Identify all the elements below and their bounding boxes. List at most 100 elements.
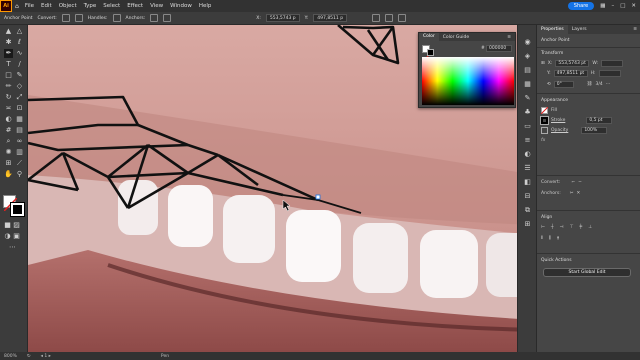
- share-button[interactable]: Share: [567, 2, 595, 10]
- align-panel-icon[interactable]: ⊟: [522, 191, 533, 201]
- transform-panel-icon[interactable]: ⊞: [522, 219, 533, 229]
- distribute-left-icon[interactable]: ⫴: [541, 235, 543, 241]
- transform-icon[interactable]: [385, 14, 394, 22]
- panel-menu-icon[interactable]: ≡: [503, 35, 515, 40]
- tab-properties[interactable]: Properties: [537, 25, 568, 34]
- slice-tool-icon[interactable]: ⟋: [15, 159, 24, 168]
- artboard-nav-icon[interactable]: ◂ 1 ▸: [41, 354, 51, 359]
- menu-help[interactable]: Help: [199, 3, 212, 9]
- fill-swatch-small[interactable]: [541, 107, 548, 114]
- stroke-swatch[interactable]: [10, 202, 25, 217]
- hand-tool-icon[interactable]: ✋: [4, 170, 13, 179]
- h-field[interactable]: [598, 70, 621, 77]
- swatches-panel-icon[interactable]: ▦: [522, 79, 533, 89]
- color-spectrum[interactable]: [422, 57, 514, 105]
- align-center-icon[interactable]: ┼: [551, 225, 554, 230]
- gradient-panel-icon[interactable]: ▭: [522, 121, 533, 131]
- properties-panel-icon[interactable]: ◉: [522, 37, 533, 47]
- convert-corner-icon[interactable]: [61, 14, 70, 22]
- x-field[interactable]: 553,5743 pt: [555, 60, 590, 67]
- pencil-tool-icon[interactable]: ✏: [4, 82, 13, 91]
- zoom-level[interactable]: 800%: [4, 354, 17, 359]
- panel-menu-icon[interactable]: ≡: [629, 25, 640, 34]
- remove-anchor-icon[interactable]: ✕: [577, 191, 581, 196]
- rotate-tool-icon[interactable]: ↻: [4, 93, 13, 102]
- gradient-tool-icon[interactable]: ▤: [15, 126, 24, 135]
- menu-effect[interactable]: Effect: [127, 3, 143, 9]
- screen-mode-icon[interactable]: ▣: [12, 232, 21, 241]
- align-left-icon[interactable]: ⊢: [541, 225, 545, 230]
- maximize-icon[interactable]: □: [620, 3, 625, 9]
- align-top-icon[interactable]: ⊤: [570, 225, 574, 230]
- shape-builder-icon[interactable]: ◐: [4, 115, 13, 124]
- color-stroke-proxy[interactable]: [427, 49, 434, 56]
- cut-path-icon[interactable]: ✂: [570, 191, 574, 196]
- symbol-sprayer-icon[interactable]: ✺: [4, 148, 13, 157]
- workspace-icon[interactable]: ▦: [600, 3, 605, 9]
- type-tool-icon[interactable]: T: [4, 60, 13, 69]
- home-icon[interactable]: ⌂: [15, 3, 19, 10]
- rotate-view-icon[interactable]: ↻: [27, 354, 31, 359]
- menu-window[interactable]: Window: [170, 3, 192, 9]
- line-tool-icon[interactable]: /: [15, 60, 24, 69]
- graph-tool-icon[interactable]: ▥: [15, 148, 24, 157]
- tab-layers[interactable]: Layers: [568, 25, 591, 34]
- brushes-panel-icon[interactable]: ✎: [522, 93, 533, 103]
- constrain-icon[interactable]: ⛓: [587, 82, 593, 87]
- stroke-panel-icon[interactable]: ≡: [522, 135, 533, 145]
- align-bottom-icon[interactable]: ⊥: [588, 225, 592, 230]
- stroke-label[interactable]: Stroke: [551, 118, 565, 123]
- convert-corner-icon[interactable]: ⌐: [571, 180, 575, 185]
- y-field[interactable]: 497,8511 pt: [553, 70, 588, 77]
- distribute-center-icon[interactable]: ⫼: [549, 235, 551, 241]
- more-options-icon[interactable]: ⋯: [606, 82, 611, 87]
- appearance-panel-icon[interactable]: ☰: [522, 163, 533, 173]
- pen-tool-icon[interactable]: ✒: [4, 49, 13, 58]
- width-tool-icon[interactable]: ≍: [4, 104, 13, 113]
- anchors-icon[interactable]: [150, 14, 159, 22]
- menu-file[interactable]: File: [25, 3, 34, 9]
- direct-selection-tool-icon[interactable]: △: [15, 27, 24, 36]
- align-icon[interactable]: [372, 14, 381, 22]
- edit-toolbar-icon[interactable]: ⋯: [8, 243, 17, 252]
- opacity-field[interactable]: 100%: [581, 127, 608, 134]
- stroke-weight-field[interactable]: 0,5 pt: [586, 117, 613, 124]
- minimize-icon[interactable]: –: [611, 3, 614, 9]
- cut-path-icon[interactable]: [163, 14, 172, 22]
- menu-type[interactable]: Type: [84, 3, 97, 9]
- selection-tool-icon[interactable]: ▲: [4, 27, 13, 36]
- artboard-tool-icon[interactable]: ⊞: [4, 159, 13, 168]
- color-mode-icon[interactable]: ■: [3, 221, 12, 230]
- anchor-point[interactable]: [315, 194, 321, 200]
- gradient-mode-icon[interactable]: ▨: [12, 221, 21, 230]
- fx-icon[interactable]: fx: [541, 138, 545, 143]
- reference-point-icon[interactable]: ⊞: [541, 61, 545, 66]
- eraser-tool-icon[interactable]: ◇: [15, 82, 24, 91]
- paintbrush-icon[interactable]: ✎: [15, 71, 24, 80]
- curvature-tool-icon[interactable]: ∿: [15, 49, 24, 58]
- libraries-panel-icon[interactable]: ▤: [522, 65, 533, 75]
- layers-panel-icon[interactable]: ◈: [522, 51, 533, 61]
- symbols-panel-icon[interactable]: ♣: [522, 107, 533, 117]
- angle-field[interactable]: 0°: [553, 81, 574, 88]
- graphic-styles-icon[interactable]: ◧: [522, 177, 533, 187]
- blend-tool-icon[interactable]: ∞: [15, 137, 24, 146]
- distribute-right-icon[interactable]: ⫵: [557, 235, 559, 241]
- free-transform-icon[interactable]: ⊡: [15, 104, 24, 113]
- lasso-tool-icon[interactable]: ℓ: [15, 38, 24, 47]
- menu-select[interactable]: Select: [103, 3, 120, 9]
- opacity-label[interactable]: Opacity: [551, 128, 568, 133]
- rectangle-tool-icon[interactable]: □: [4, 71, 13, 80]
- stroke-swatch-small[interactable]: [540, 116, 549, 125]
- transparency-panel-icon[interactable]: ◐: [522, 149, 533, 159]
- handles-icon[interactable]: [112, 14, 121, 22]
- draw-mode-icon[interactable]: ◑: [3, 232, 12, 241]
- close-icon[interactable]: ✕: [631, 3, 636, 9]
- eyedropper-icon[interactable]: ⌕: [4, 137, 13, 146]
- tab-color-guide[interactable]: Color Guide: [439, 35, 473, 40]
- align-middle-icon[interactable]: ╪: [579, 225, 582, 230]
- control-y-field[interactable]: 497,8511 p: [313, 14, 348, 22]
- menu-view[interactable]: View: [150, 3, 163, 9]
- mesh-tool-icon[interactable]: #: [4, 126, 13, 135]
- convert-smooth-icon[interactable]: ∽: [578, 180, 582, 185]
